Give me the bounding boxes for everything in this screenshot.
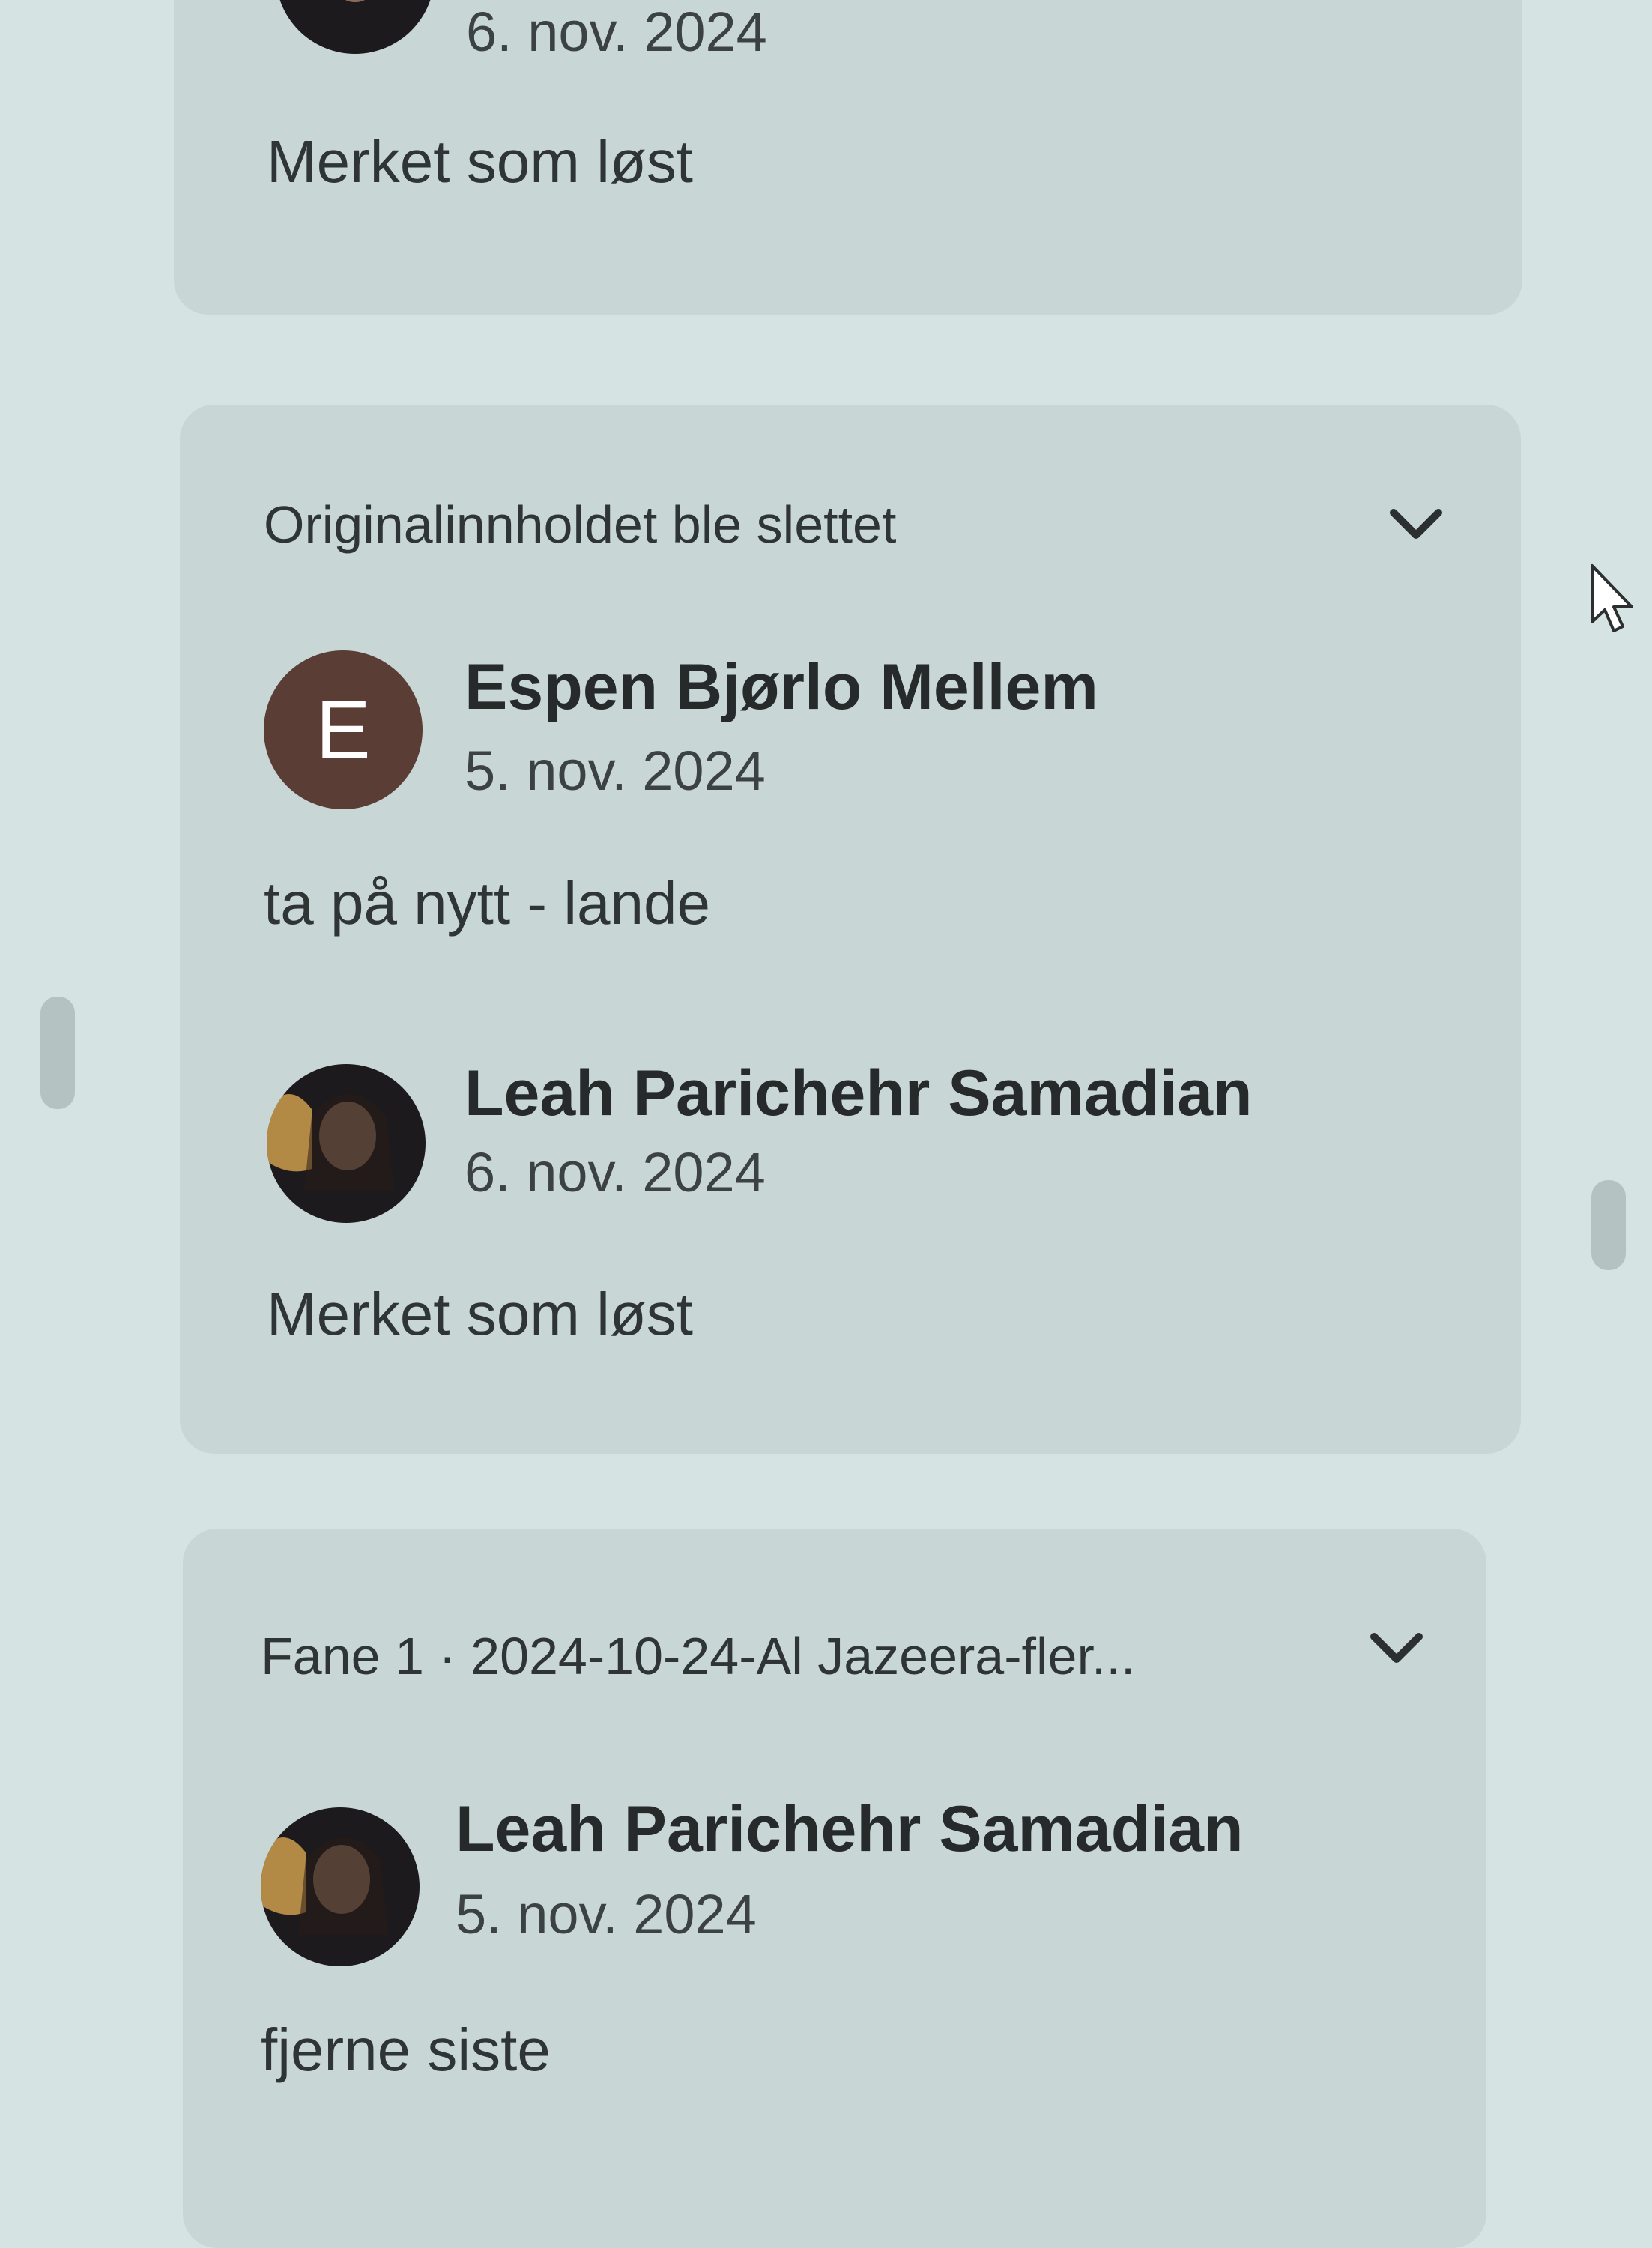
thread-header: Originalinnholdet ble slettet xyxy=(264,495,897,554)
comment-message: Merket som løst xyxy=(267,1281,693,1347)
avatar-leah-samadian xyxy=(261,1807,420,1966)
chevron-down-icon[interactable] xyxy=(1367,1619,1426,1679)
comment-date: 6. nov. 2024 xyxy=(465,1141,766,1203)
comment-message: ta på nytt - lande xyxy=(264,870,710,937)
comment-thread-card-tab[interactable]: Fane 1 · 2024-10-24-Al Jazeera-fler... L… xyxy=(183,1529,1486,2248)
comment-message: fjerne siste xyxy=(261,2016,551,2083)
chevron-down-icon[interactable] xyxy=(1386,495,1446,555)
comment-author: Espen Bjørlo Mellem xyxy=(465,651,1098,723)
left-scrollbar-thumb[interactable] xyxy=(40,997,75,1109)
comment-date: 5. nov. 2024 xyxy=(465,740,766,802)
right-scrollbar-thumb[interactable] xyxy=(1591,1180,1626,1270)
comment-date: 5. nov. 2024 xyxy=(456,1883,757,1945)
comment-thread-card-deleted[interactable]: Originalinnholdet ble slettet E Espen Bj… xyxy=(180,405,1521,1454)
comment-author: Leah Parichehr Samadian xyxy=(456,1793,1244,1865)
comment-date: 6. nov. 2024 xyxy=(466,1,767,63)
avatar-leah-samadian xyxy=(276,0,435,54)
thread-header: Fane 1 · 2024-10-24-Al Jazeera-fler... xyxy=(261,1627,1136,1685)
comment-author: Leah Parichehr Samadian xyxy=(465,1057,1253,1129)
avatar-espen-mellem: E xyxy=(264,650,423,809)
comment-message: Merket som løst xyxy=(267,128,693,195)
avatar-leah-samadian xyxy=(267,1064,426,1223)
comment-thread-card-resolved-top[interactable]: 6. nov. 2024 Merket som løst xyxy=(174,0,1522,315)
mouse-pointer-icon xyxy=(1588,562,1641,641)
